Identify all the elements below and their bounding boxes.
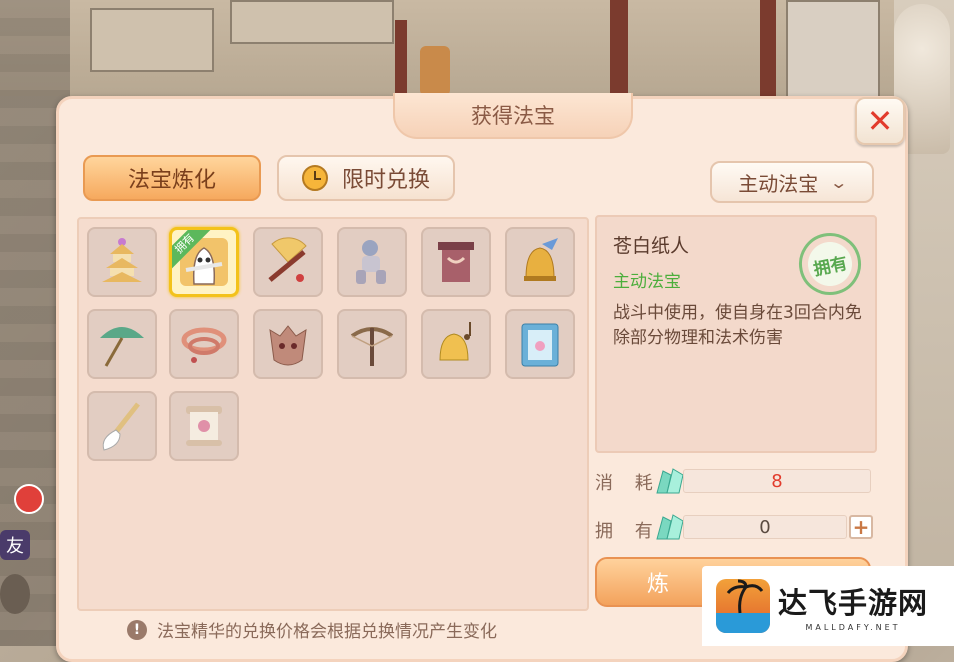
dialog-title: 获得法宝 xyxy=(393,93,633,139)
friend-button[interactable]: 友 xyxy=(0,530,30,560)
add-currency-button[interactable]: + xyxy=(849,515,873,539)
pagoda-icon xyxy=(102,238,142,282)
brush-icon xyxy=(102,402,140,451)
chevron-down-icon: ⌄ xyxy=(829,172,849,192)
exclamation-icon: ! xyxy=(127,619,147,640)
close-icon: ✕ xyxy=(866,102,894,140)
background-shrine xyxy=(786,0,880,100)
owned-stamp: 拥有 xyxy=(793,227,867,301)
background-pillar xyxy=(760,0,776,96)
background-building xyxy=(230,0,394,44)
scroll-icon xyxy=(186,406,222,446)
cost-label: 消 耗 xyxy=(595,473,661,494)
watermark-logo-icon xyxy=(716,579,770,633)
book-icon xyxy=(521,323,559,367)
artifact-slot[interactable] xyxy=(337,309,407,379)
fan-sword-icon xyxy=(268,237,307,282)
artifact-grid: 拥有 xyxy=(77,217,589,611)
puppet-icon xyxy=(356,240,386,284)
category-dropdown-value: 主动法宝 xyxy=(738,171,819,196)
clock-icon xyxy=(301,165,328,191)
music-bell-icon xyxy=(439,322,471,361)
artifact-description: 战斗中使用，使自身在3回合内免除部分物理和法术伤害 xyxy=(613,303,862,348)
price-notice: ! 法宝精华的兑换价格会根据兑换情况产生变化 xyxy=(127,617,497,642)
umbrella-icon xyxy=(100,327,144,367)
artifact-slot[interactable] xyxy=(87,309,157,379)
bell-icon xyxy=(524,238,558,281)
background-building xyxy=(90,8,214,72)
jade-crystal-icon xyxy=(656,514,684,540)
close-button[interactable]: ✕ xyxy=(855,97,905,145)
artifact-slot[interactable] xyxy=(505,309,575,379)
artifact-slot[interactable] xyxy=(253,227,323,297)
site-watermark: 达飞手游网 MALLDAFY.NET xyxy=(702,566,954,646)
tab-limited-exchange-label: 限时兑换 xyxy=(341,168,430,193)
artifact-slot[interactable] xyxy=(169,391,239,461)
refine-button-label: 炼 xyxy=(646,572,669,597)
notification-dot-icon[interactable] xyxy=(14,484,44,514)
drum-tower-icon xyxy=(438,242,474,282)
friend-label: 友 xyxy=(6,536,24,557)
rope-icon xyxy=(181,327,227,363)
tab-refine[interactable]: 法宝炼化 xyxy=(83,155,261,201)
watermark-url: MALLDAFY.NET xyxy=(805,623,901,632)
background-pillar xyxy=(610,0,628,96)
artifact-slot[interactable] xyxy=(253,309,323,379)
artifact-detail: 苍白纸人 主动法宝 战斗中使用，使自身在3回合内免除部分物理和法术伤害 拥有 xyxy=(595,215,877,453)
artifact-slot[interactable] xyxy=(337,227,407,297)
artifact-slot[interactable] xyxy=(87,227,157,297)
artifact-slot[interactable] xyxy=(505,227,575,297)
tab-limited-exchange[interactable]: 限时兑换 xyxy=(277,155,455,201)
chat-icon[interactable] xyxy=(0,574,30,614)
artifact-name: 苍白纸人 xyxy=(613,235,690,257)
crossbow-icon xyxy=(350,327,394,366)
demon-mask-icon xyxy=(269,325,307,366)
artifact-slot[interactable] xyxy=(87,391,157,461)
owned-value: 0 xyxy=(683,515,847,539)
cost-value: 8 xyxy=(683,469,871,493)
background-pillar xyxy=(395,20,407,96)
artifact-slot[interactable] xyxy=(421,309,491,379)
artifact-slot[interactable] xyxy=(421,227,491,297)
tab-refine-label: 法宝炼化 xyxy=(127,168,216,193)
artifact-slot[interactable] xyxy=(169,309,239,379)
price-notice-text: 法宝精华的兑换价格会根据兑换情况产生变化 xyxy=(157,622,497,642)
background-lantern xyxy=(420,46,450,96)
artifact-type: 主动法宝 xyxy=(613,272,681,292)
jade-crystal-icon xyxy=(656,468,684,494)
artifact-slot-selected[interactable]: 拥有 xyxy=(169,227,239,297)
owned-label: 拥 有 xyxy=(595,521,661,542)
watermark-text: 达飞手游网 xyxy=(778,586,929,620)
category-dropdown[interactable]: 主动法宝 ⌄ xyxy=(710,161,874,203)
